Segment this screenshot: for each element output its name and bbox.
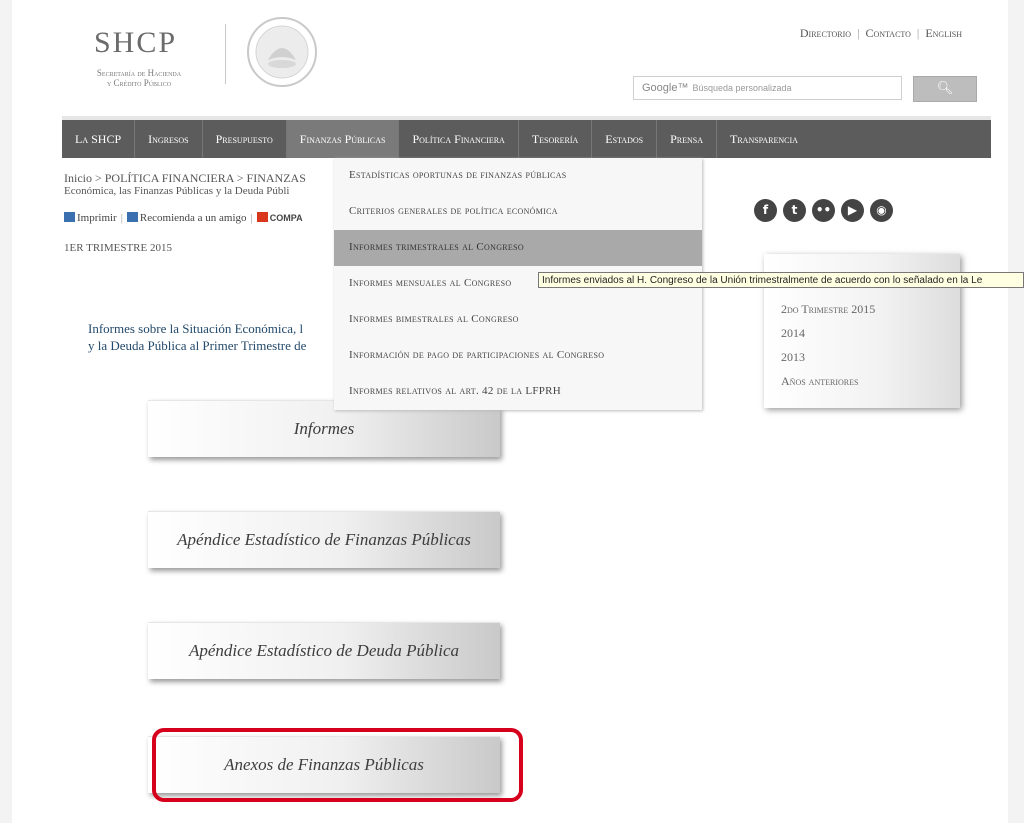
search-placeholder: Búsqueda personalizada bbox=[692, 83, 792, 93]
nav-item-transparencia[interactable]: Transparencia bbox=[717, 120, 811, 158]
logo-divider bbox=[225, 24, 226, 84]
print-link[interactable]: Imprimir bbox=[77, 212, 117, 224]
intro-line1: Informes sobre la Situación Económica, l bbox=[88, 321, 304, 336]
breadcrumb-line1[interactable]: Inicio > POLÍTICA FINANCIERA > FINANZAS bbox=[64, 172, 306, 185]
sidebar-item-anos-anteriores[interactable]: Años anteriores bbox=[781, 374, 858, 389]
nav-item-politica-financiera[interactable]: Política Financiera bbox=[399, 120, 519, 158]
dropdown-item-criterios[interactable]: Criterios generales de política económic… bbox=[334, 194, 702, 230]
nav-item-estados[interactable]: Estados bbox=[592, 120, 658, 158]
shcp-logo-subtitle: Secretaría de Hacienda y Crédito Público bbox=[74, 68, 204, 88]
print-icon bbox=[64, 212, 75, 222]
search-input[interactable]: Google™ Búsqueda personalizada bbox=[633, 76, 902, 100]
shcp-logo[interactable]: SHCP bbox=[94, 26, 177, 60]
sidebar-item-2do-trimestre-2015[interactable]: 2do Trimestre 2015 bbox=[781, 302, 875, 317]
dropdown-item-informes-bimestrales[interactable]: Informes bimestrales al Congreso bbox=[334, 302, 702, 338]
breadcrumb: Inicio > POLÍTICA FINANCIERA > FINANZAS … bbox=[64, 172, 306, 198]
webcam-icon[interactable]: ◉ bbox=[870, 199, 893, 222]
tools-separator: | bbox=[250, 212, 253, 224]
mexico-seal-icon bbox=[247, 17, 317, 87]
dropdown-item-estadisticas[interactable]: Estadísticas oportunas de finanzas públi… bbox=[334, 158, 702, 194]
flickr-icon[interactable]: •• bbox=[812, 199, 835, 222]
search-icon: 🔍︎ bbox=[936, 81, 954, 96]
english-link[interactable]: English bbox=[925, 26, 962, 40]
apendice-finanzas-button[interactable]: Apéndice Estadístico de Finanzas Pública… bbox=[148, 511, 500, 568]
apendice-deuda-button[interactable]: Apéndice Estadístico de Deuda Pública bbox=[148, 622, 500, 679]
social-icons: f t •• ▶ ◉ bbox=[754, 199, 893, 222]
youtube-icon[interactable]: ▶ bbox=[841, 199, 864, 222]
breadcrumb-line2: Económica, las Finanzas Públicas y la De… bbox=[64, 185, 290, 197]
sidebar-item-2014[interactable]: 2014 bbox=[781, 326, 805, 341]
page-container: SHCP Secretaría de Hacienda y Crédito Pú… bbox=[12, 0, 1008, 823]
sidebar-item-2013[interactable]: 2013 bbox=[781, 350, 805, 365]
intro-text: Informes sobre la Situación Económica, l… bbox=[88, 320, 306, 354]
nav-item-finanzas-publicas[interactable]: Finanzas Públicas bbox=[286, 120, 400, 158]
highlight-box bbox=[152, 728, 523, 802]
link-separator: | bbox=[916, 26, 920, 40]
main-nav: La SHCP Ingresos Presupuesto Finanzas Pú… bbox=[62, 120, 991, 158]
nav-item-ingresos[interactable]: Ingresos bbox=[135, 120, 203, 158]
nav-item-prensa[interactable]: Prensa bbox=[657, 120, 717, 158]
dropdown-item-pago-participaciones[interactable]: Información de pago de participaciones a… bbox=[334, 338, 702, 374]
recommend-link[interactable]: Recomienda a un amigo bbox=[140, 212, 247, 224]
nav-item-tesoreria[interactable]: Tesorería bbox=[519, 120, 593, 158]
page-title: 1ER TRIMESTRE 2015 bbox=[64, 242, 172, 254]
mail-icon bbox=[126, 212, 138, 222]
intro-line2: y la Deuda Pública al Primer Trimestre d… bbox=[88, 338, 307, 353]
tooltip: Informes enviados al H. Congreso de la U… bbox=[538, 272, 1024, 288]
facebook-icon[interactable]: f bbox=[754, 199, 777, 222]
nav-item-presupuesto[interactable]: Presupuesto bbox=[203, 120, 287, 158]
logo-sub-line2: y Crédito Público bbox=[106, 78, 172, 88]
share-icon bbox=[256, 212, 268, 222]
share-link[interactable]: COMPA bbox=[270, 213, 303, 223]
contacto-link[interactable]: Contacto bbox=[865, 26, 910, 40]
link-separator: | bbox=[857, 26, 860, 40]
page-tools: Imprimir | Recomienda a un amigo | COMPA bbox=[64, 212, 303, 224]
nav-item-la-shcp[interactable]: La SHCP bbox=[62, 120, 136, 158]
dropdown-item-informes-trimestrales[interactable]: Informes trimestrales al Congreso bbox=[334, 230, 702, 266]
logo-sub-line1: Secretaría de Hacienda bbox=[96, 68, 182, 78]
twitter-icon[interactable]: t bbox=[783, 199, 806, 222]
directorio-link[interactable]: Directorio bbox=[800, 26, 851, 40]
search-button[interactable]: 🔍︎ bbox=[913, 76, 977, 102]
tools-separator: | bbox=[120, 212, 123, 224]
google-label: Google™ bbox=[642, 82, 689, 94]
top-links: Directorio | Contacto | English bbox=[800, 26, 962, 41]
dropdown-item-art-42[interactable]: Informes relativos al art. 42 de la LFPR… bbox=[334, 374, 702, 410]
